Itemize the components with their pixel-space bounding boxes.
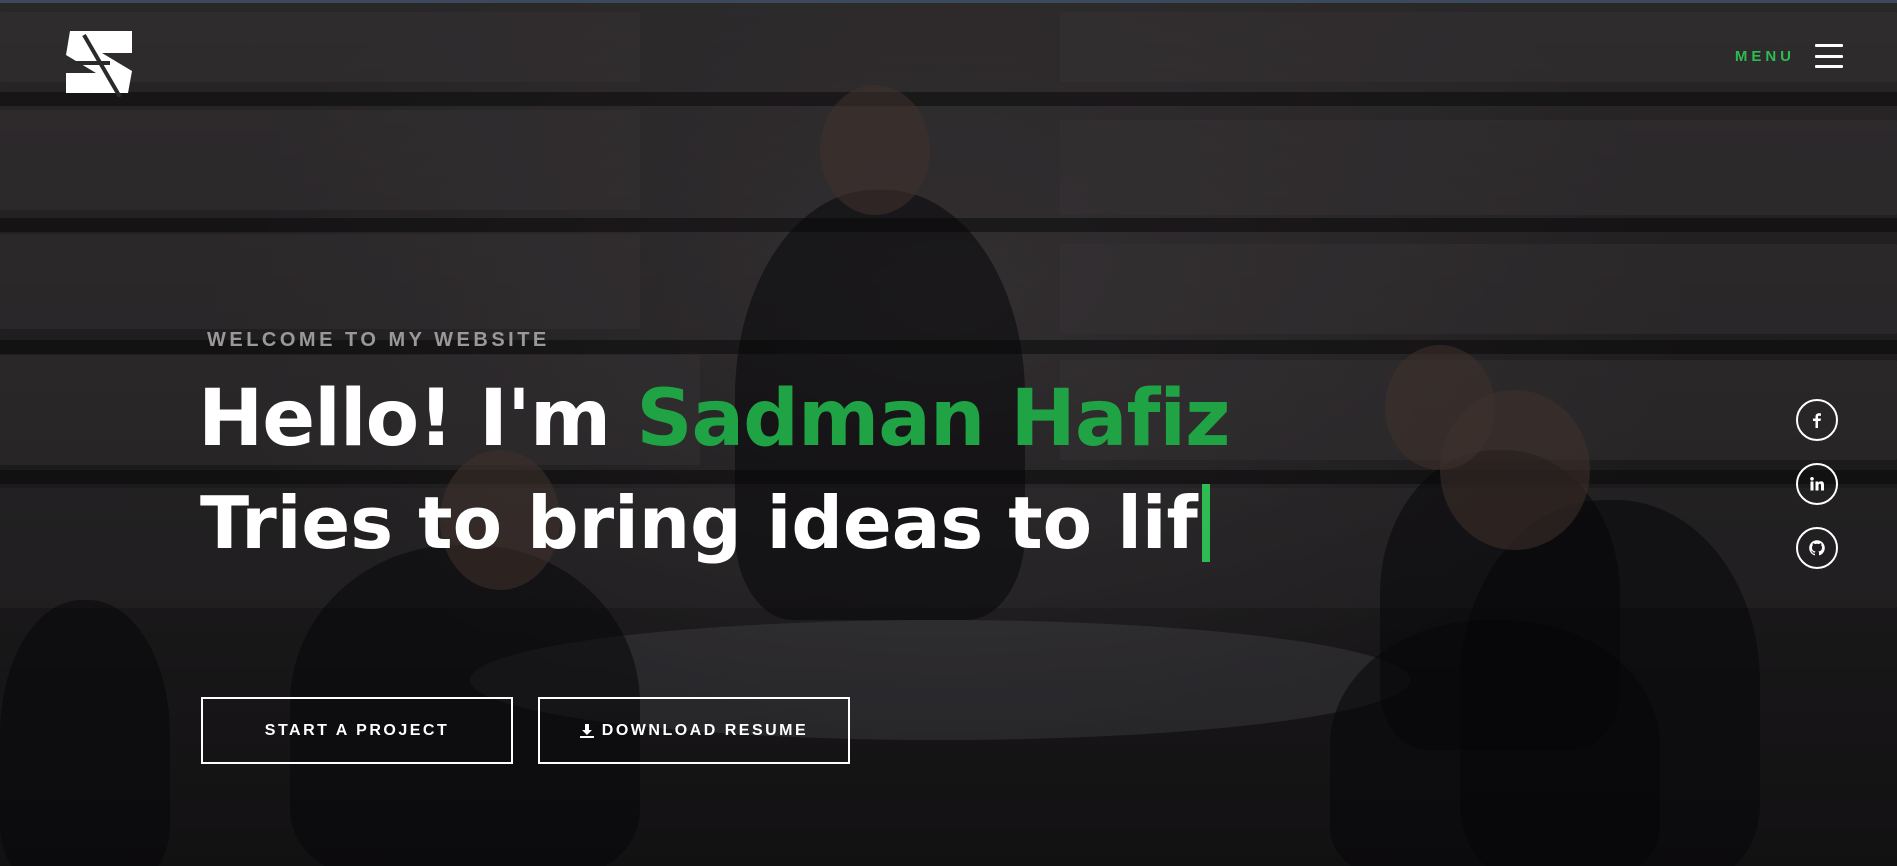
menu-toggle[interactable]: MENU: [1735, 44, 1843, 68]
start-project-label: START A PROJECT: [264, 721, 450, 739]
start-project-button[interactable]: START A PROJECT: [201, 697, 513, 764]
hero-headline: Hello! I'm Sadman Hafiz: [198, 372, 1231, 466]
github-icon: [1809, 540, 1825, 556]
welcome-text: WELCOME TO MY WEBSITE: [207, 329, 550, 351]
facebook-icon: [1813, 413, 1821, 428]
linkedin-link[interactable]: [1796, 463, 1838, 505]
hamburger-icon: [1815, 44, 1843, 68]
menu-label: MENU: [1734, 47, 1795, 65]
linkedin-icon: [1810, 477, 1824, 491]
download-icon: [579, 723, 594, 738]
download-resume-button[interactable]: DOWNLOAD RESUME: [538, 697, 850, 764]
typed-tagline: Tries to bring ideas to lif: [200, 478, 1210, 568]
hero-name: Sadman Hafiz: [636, 374, 1230, 464]
tagline-text: Tries to bring ideas to lif: [200, 481, 1198, 565]
typing-cursor: [1201, 484, 1210, 562]
social-links: [1796, 399, 1838, 569]
greeting-text: Hello! I'm: [198, 374, 637, 464]
stylized-s-logo-icon: [66, 31, 132, 99]
facebook-link[interactable]: [1796, 399, 1838, 441]
site-logo[interactable]: [62, 27, 136, 99]
download-resume-label: DOWNLOAD RESUME: [601, 721, 809, 739]
github-link[interactable]: [1796, 527, 1838, 569]
